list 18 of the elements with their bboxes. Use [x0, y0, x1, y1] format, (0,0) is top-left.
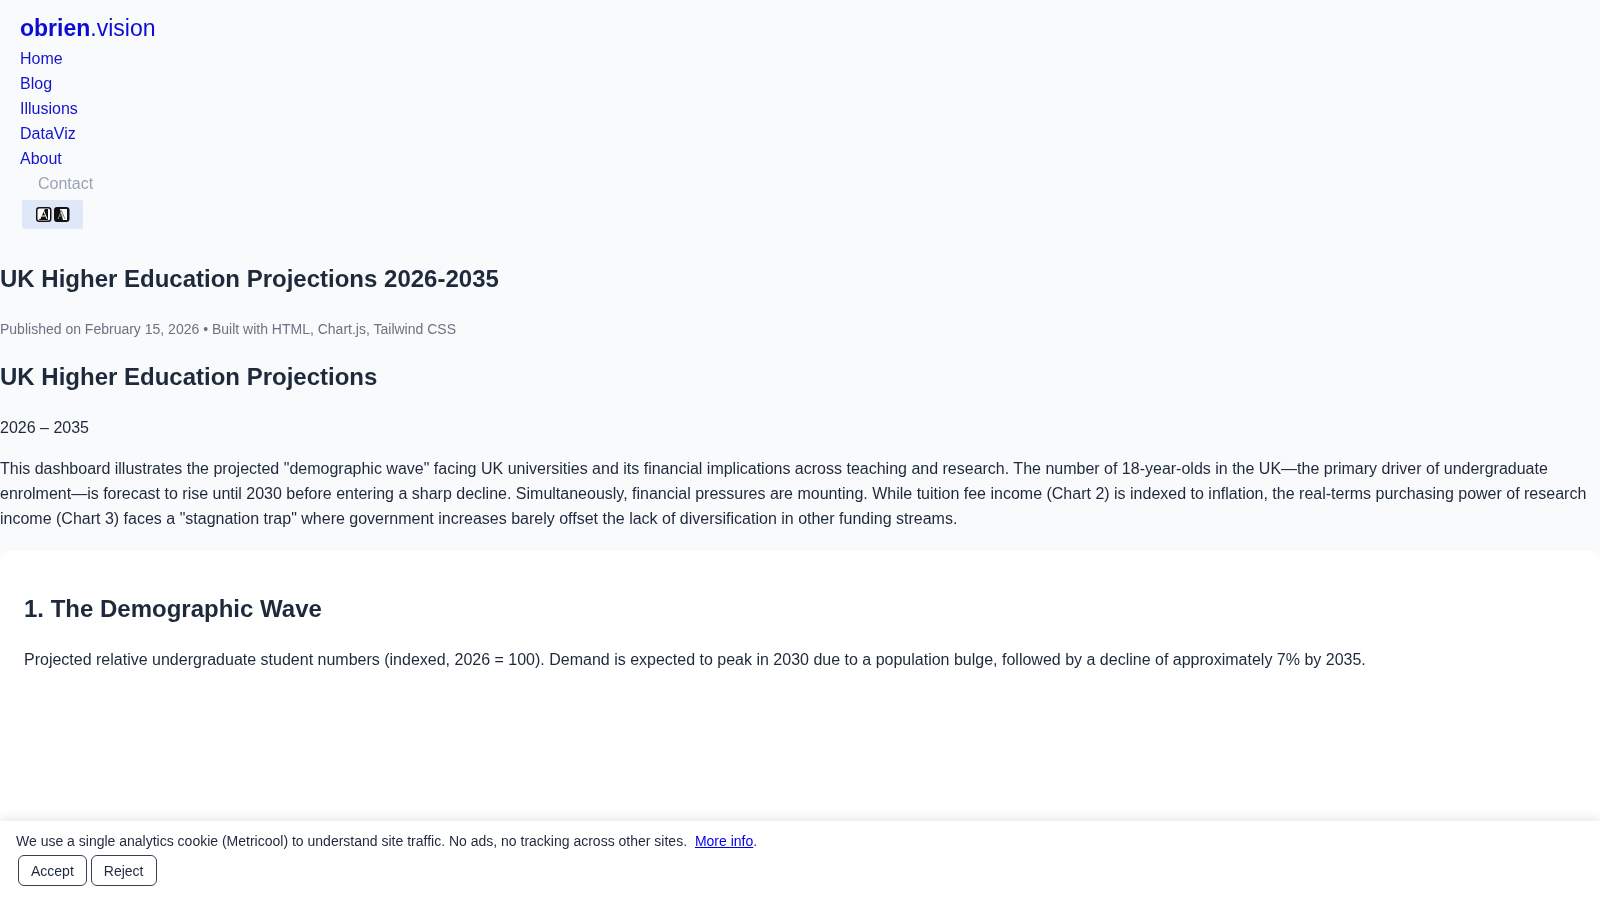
site-logo[interactable]: obrien.vision: [20, 12, 156, 44]
section-description: Projected relative undergraduate student numbers (indexed, 2026 = 100). Demand is expected to peak in 2030 due to a population bulge, followed by a decline of approximately 7% by 2035.: [24, 650, 1367, 670]
theme-toggle-button[interactable]: [22, 200, 83, 229]
nav-link[interactable]: DataViz: [20, 121, 76, 146]
page-title: UK Higher Education Projections 2026-2035: [0, 264, 500, 294]
contrast-squares-icon: [35, 207, 70, 222]
nav-link[interactable]: About: [20, 146, 62, 171]
intro-paragraph: This dashboard illustrates the projected "demographic wave" facing UK universities and its financial implications across teaching and research. The number of 18-year-olds in the UK—the primary driver of undergraduate enrolment—is forecast to rise until 2030 before entering a sharp decline. Simultaneously, financial pressures are mounting. While tuition fee income (Chart 2) is indexed to inflation, the real-terms purchasing power of research income (Chart 3) faces a "stagnation trap" where government increases barely offset the lack of diversification in other funding streams.: [0, 459, 1588, 529]
dashboard-heading: UK Higher Education Projections: [0, 362, 379, 392]
publish-meta: Published on February 15, 2026 • Built with HTML, Chart.js, Tailwind CSS: [0, 320, 457, 339]
nav-link[interactable]: Blog: [20, 71, 53, 96]
cookie-button[interactable]: Reject: [90, 855, 157, 886]
nav-link[interactable]: Home: [20, 46, 63, 71]
section-title: 1. The Demographic Wave: [24, 594, 323, 624]
cookie-notice: We use a single analytics cookie (Metricool) to understand site traffic. No ads, no tracking across other sites. More info.: [16, 832, 758, 851]
year-range: 2026 – 2035: [0, 418, 90, 438]
nav-link[interactable]: Illusions: [20, 96, 78, 121]
cookie-button[interactable]: Accept: [18, 855, 87, 886]
